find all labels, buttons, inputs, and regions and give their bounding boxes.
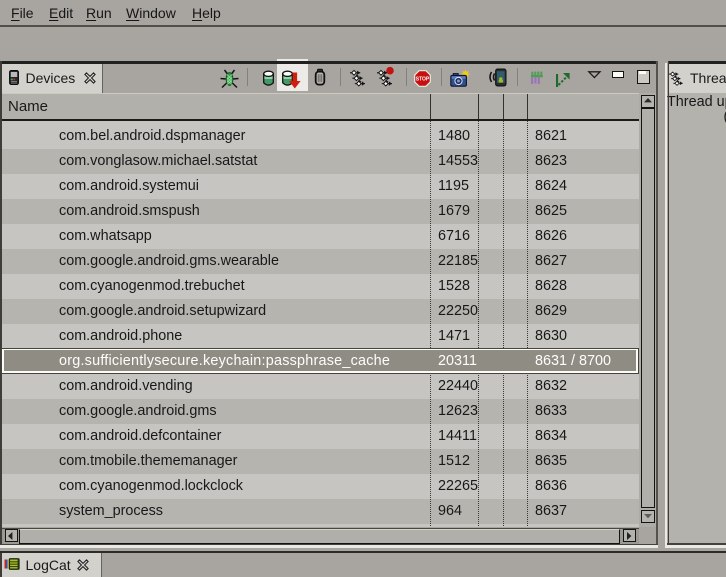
svg-text:STOP: STOP [416,76,430,82]
